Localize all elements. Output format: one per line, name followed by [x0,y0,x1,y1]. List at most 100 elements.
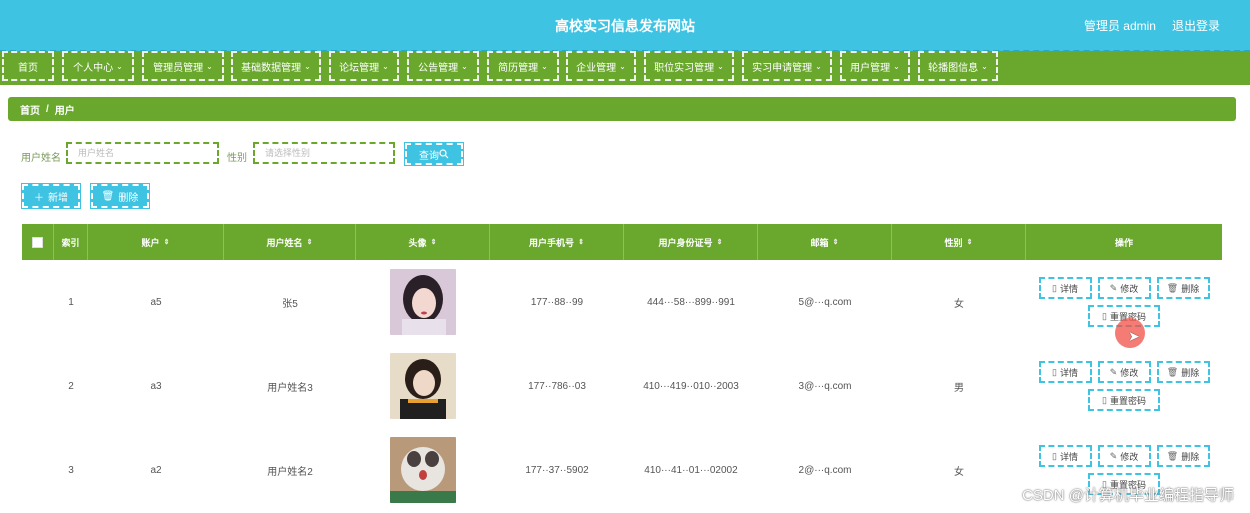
nav-item-carousel[interactable]: 轮播图信息 ⌄ [918,51,998,81]
trash-icon: 🗑 [101,190,115,202]
id-card-cell: 410···419··010··2003 [643,380,739,392]
breadcrumb: 首页 / 用户 [8,97,1236,121]
nav-label: 公告管理 [418,62,459,74]
column-header[interactable]: 用户身份证号 ⇕ [624,224,758,260]
avatar [390,353,456,419]
query-button-label: 查询 [419,150,439,162]
column-label: 索引 [61,237,80,248]
sort-icon[interactable]: ⇕ [307,238,313,246]
chevron-down-icon: ⌄ [461,61,468,71]
name-search-label: 用户姓名 [21,153,61,164]
logout-link[interactable]: 退出登录 [1172,17,1220,34]
column-header[interactable]: 邮箱 ⇕ [758,224,892,260]
pencil-icon: ✎ [1109,450,1118,461]
select-all-checkbox[interactable] [32,236,43,248]
document-icon: ▯ [1052,450,1057,461]
phone-cell: 177··37··5902 [525,464,589,476]
nav-item-admin-management[interactable]: 管理员管理 ⌄ [142,51,224,81]
row-select-cell [22,346,54,426]
name-search-input[interactable]: 用户姓名 [66,142,219,164]
chevron-down-icon: ⌄ [619,61,626,71]
row-select-cell [22,430,54,510]
admin-user-label[interactable]: 管理员 admin [1084,17,1156,34]
nav-item-home[interactable]: 首页 [2,51,54,81]
row-delete-button[interactable]: 🗑 删除 [1156,445,1210,467]
column-label: 头像 [408,237,427,248]
sort-icon[interactable]: ⇕ [578,238,584,246]
nav-label: 管理员管理 [153,62,204,74]
phone-cell: 177··88··99 [530,296,584,308]
column-header[interactable]: 账户 ⇕ [88,224,224,260]
sort-icon[interactable]: ⇕ [717,238,723,246]
chevron-down-icon: ⌄ [382,61,389,71]
detail-button[interactable]: ▯ 详情 [1038,361,1092,383]
name-cell: 用户姓名2 [267,466,313,478]
document-icon: ▯ [1102,310,1107,321]
edit-label: 修改 [1120,451,1139,462]
chevron-down-icon: ⌄ [815,61,822,71]
delete-label: 删除 [1181,451,1200,462]
nav-item-internship-applications[interactable]: 实习申请管理 ⌄ [742,51,832,81]
chevron-down-icon: ⌄ [541,61,548,71]
column-label: 操作 [1114,237,1133,248]
delete-label: 删除 [1181,283,1200,294]
detail-button[interactable]: ▯ 详情 [1038,445,1092,467]
breadcrumb-current: 用户 [54,105,75,117]
site-title: 高校实习信息发布网站 [555,18,695,34]
plus-icon: ＋ [34,192,44,204]
nav-item-forum[interactable]: 论坛管理 ⌄ [329,51,399,81]
nav-item-user-management[interactable]: 用户管理 ⌄ [840,51,910,81]
sort-icon[interactable]: ⇕ [833,238,839,246]
column-header[interactable]: 性别 ⇕ [892,224,1026,260]
sort-icon[interactable]: ⇕ [431,238,437,246]
search-icon [439,149,449,159]
edit-button[interactable]: ✎ 修改 [1097,277,1151,299]
add-button-label: 新增 [48,192,68,204]
delete-button[interactable]: 🗑 删除 [90,183,150,209]
column-header[interactable]: 头像 ⇕ [356,224,490,260]
nav-label: 轮播图信息 [928,62,979,74]
id-card-cell: 410···41··01···02002 [644,464,738,476]
edit-button[interactable]: ✎ 修改 [1097,361,1151,383]
add-button[interactable]: ＋ 新增 [21,183,81,209]
avatar-cell [356,346,490,426]
chevron-down-icon: ⌄ [116,61,123,71]
column-header[interactable]: 用户手机号 ⇕ [490,224,624,260]
edit-label: 修改 [1120,283,1139,294]
nav-label: 首页 [18,62,38,74]
row-delete-button[interactable]: 🗑 删除 [1156,361,1210,383]
row-delete-button[interactable]: 🗑 删除 [1156,277,1210,299]
phone-cell: 177··786··03 [528,380,586,392]
gender-cell: 男 [954,382,964,394]
column-header: 操作 [1026,224,1222,260]
nav-item-resume[interactable]: 简历管理 ⌄ [487,51,559,81]
breadcrumb-home[interactable]: 首页 [20,102,40,117]
nav-item-basic-data[interactable]: 基础数据管理 ⌄ [231,51,321,81]
email-cell: 3@···q.com [798,380,852,392]
query-button[interactable]: 查询 [404,142,464,166]
document-icon: ▯ [1102,394,1107,405]
nav-label: 个人中心 [73,62,114,74]
nav-item-company[interactable]: 企业管理 ⌄ [566,51,636,81]
index-cell: 1 [68,296,74,308]
trash-icon: 🗑 [1166,282,1179,293]
avatar-cell [356,262,490,342]
index-cell: 2 [68,380,74,392]
nav-label: 用户管理 [850,62,891,74]
column-label: 性别 [944,237,963,248]
reset-password-button[interactable]: ▯ 重置密码 [1088,389,1160,411]
detail-button[interactable]: ▯ 详情 [1038,277,1092,299]
email-cell: 5@···q.com [798,296,852,308]
edit-button[interactable]: ✎ 修改 [1097,445,1151,467]
delete-label: 删除 [1181,367,1200,378]
cursor-icon: ➤ [1128,328,1140,344]
nav-item-personal-center[interactable]: 个人中心 ⌄ [62,51,134,81]
column-header[interactable]: 用户姓名 ⇕ [224,224,356,260]
nav-label: 职位实习管理 [654,62,715,74]
sort-icon[interactable]: ⇕ [967,238,973,246]
gender-select[interactable]: 请选择性别 [253,142,395,164]
nav-item-notice[interactable]: 公告管理 ⌄ [407,51,479,81]
account-cell: a2 [150,464,162,476]
sort-icon[interactable]: ⇕ [164,238,170,246]
nav-item-internship-positions[interactable]: 职位实习管理 ⌄ [644,51,734,81]
